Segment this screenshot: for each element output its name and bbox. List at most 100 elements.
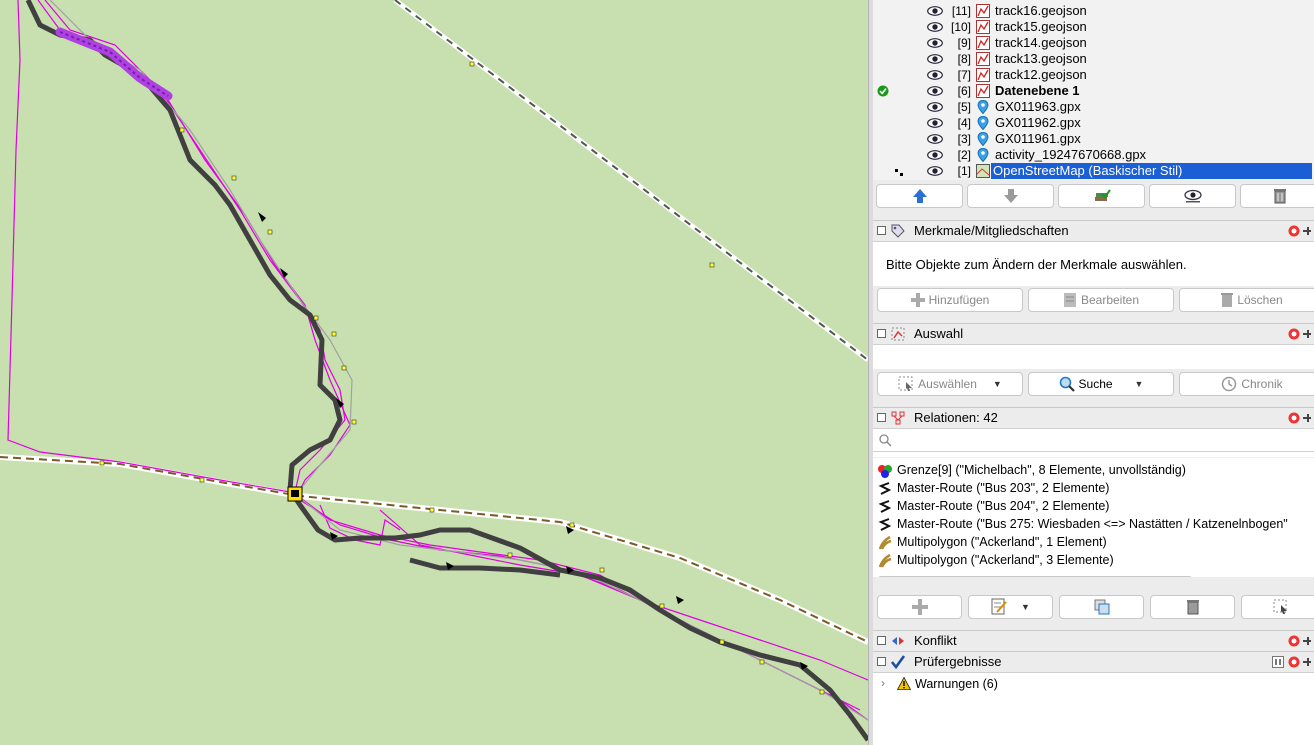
eye-icon[interactable] (927, 70, 943, 80)
eye-icon[interactable] (927, 6, 943, 16)
layer-name: Datenebene 1 (995, 83, 1080, 98)
eye-icon[interactable] (927, 134, 943, 144)
validator-tree: › Warnungen (6) (873, 672, 1314, 745)
layer-row[interactable]: [9] track14.geojson (873, 35, 1314, 51)
relations-search-box[interactable] (873, 428, 1314, 451)
list-clipped-row (873, 452, 1314, 458)
validator-panel-header[interactable]: Prüfergebnisse (873, 651, 1314, 672)
farmland-icon (878, 535, 892, 550)
pin-icon[interactable] (1302, 328, 1313, 340)
eye-icon[interactable] (927, 38, 943, 48)
history-label: Chronik (1241, 377, 1283, 391)
eye-icon[interactable] (927, 118, 943, 128)
move-layer-up-button[interactable] (876, 184, 963, 208)
layer-row[interactable]: [6] Datenebene 1 (873, 83, 1314, 99)
filter-icon[interactable] (1272, 656, 1284, 668)
layer-row[interactable]: [5] GX011963.gpx (873, 99, 1314, 115)
history-icon (1222, 376, 1237, 392)
toggle-visibility-button[interactable] (1149, 184, 1236, 208)
layer-name: track15.geojson (995, 19, 1087, 34)
list-item[interactable]: Multipolygon ("Ackerland", 3 Elemente) (873, 552, 1314, 570)
properties-panel-title: Merkmale/Mitgliedschaften (914, 223, 1069, 238)
help-icon[interactable] (1288, 328, 1300, 340)
search-button[interactable]: Suche ▼ (1028, 372, 1174, 396)
eye-icon[interactable] (927, 54, 943, 64)
layer-row[interactable]: [8] track13.geojson (873, 51, 1314, 67)
geojson-tracks (7, 0, 868, 721)
horizontal-scrollbar[interactable] (877, 576, 1193, 577)
select-members-icon (1273, 599, 1287, 614)
eye-icon[interactable] (927, 150, 943, 160)
eye-icon[interactable] (927, 22, 943, 32)
pin-icon[interactable] (1302, 656, 1313, 668)
conflict-panel-header[interactable]: Konflikt (873, 630, 1314, 651)
activate-layer-button[interactable] (1058, 184, 1145, 208)
edit-relation-dropdown-icon[interactable]: ▼ (1021, 602, 1030, 612)
help-icon[interactable] (1288, 225, 1300, 237)
boundary-icon (878, 465, 892, 478)
delete-relation-button[interactable] (1150, 595, 1235, 619)
drag-handle-icon[interactable] (895, 169, 905, 177)
help-icon[interactable] (1288, 656, 1300, 668)
delete-layer-button[interactable] (1240, 184, 1314, 208)
delete-property-button[interactable]: Löschen (1179, 288, 1314, 312)
list-item[interactable]: Master-Route ("Bus 204", 2 Elemente) (873, 498, 1314, 516)
select-dropdown-icon[interactable]: ▼ (993, 379, 1002, 389)
layer-row[interactable]: [11] track16.geojson (873, 3, 1314, 19)
help-icon[interactable] (1288, 412, 1300, 424)
help-icon[interactable] (1288, 635, 1300, 647)
list-item[interactable]: Master-Route ("Bus 275: Wiesbaden <=> Na… (873, 516, 1314, 534)
relations-search-input[interactable] (897, 431, 1301, 449)
layer-row[interactable]: [3] GX011961.gpx (873, 131, 1314, 147)
collapse-toggle-icon[interactable] (877, 329, 886, 338)
relation-label: Multipolygon ("Ackerland", 1 Element) (897, 535, 1107, 549)
move-layer-down-button[interactable] (967, 184, 1054, 208)
relations-list[interactable]: Grenze[9] ("Michelbach", 8 Elemente, unv… (873, 451, 1314, 577)
relations-panel-header[interactable]: Relationen: 42 (873, 407, 1314, 428)
search-icon (1059, 376, 1075, 392)
properties-panel-header[interactable]: Merkmale/Mitgliedschaften (873, 220, 1314, 241)
history-button[interactable]: Chronik (1179, 372, 1314, 396)
edit-relation-button[interactable]: ▼ (968, 595, 1053, 619)
eye-icon[interactable] (927, 86, 943, 96)
edit-icon (991, 598, 1007, 615)
collapse-toggle-icon[interactable] (877, 226, 886, 235)
new-relation-button[interactable] (877, 595, 962, 619)
map-view[interactable] (0, 0, 868, 745)
selection-panel-header[interactable]: Auswahl (873, 323, 1314, 344)
pin-icon[interactable] (1302, 412, 1313, 424)
layer-row[interactable]: [2] activity_19247670668.gpx (873, 147, 1314, 163)
collapse-toggle-icon[interactable] (877, 657, 886, 666)
layer-row[interactable]: [4] GX011962.gpx (873, 115, 1314, 131)
track-vertices (99, 61, 825, 695)
layer-row[interactable]: [10] track15.geojson (873, 19, 1314, 35)
list-item[interactable]: Multipolygon ("Ackerland", 1 Element) (873, 534, 1314, 552)
edit-property-button[interactable]: Bearbeiten (1028, 288, 1174, 312)
list-item[interactable]: Grenze[9] ("Michelbach", 8 Elemente, unv… (873, 462, 1314, 480)
pin-icon[interactable] (1302, 635, 1313, 647)
eye-icon[interactable] (927, 102, 943, 112)
expand-toggle-icon[interactable] (877, 636, 886, 645)
active-layer-check-icon (877, 85, 889, 97)
add-property-button[interactable]: Hinzufügen (877, 288, 1023, 312)
duplicate-relation-button[interactable] (1059, 595, 1144, 619)
tree-expand-icon[interactable]: › (881, 676, 885, 690)
collapse-toggle-icon[interactable] (877, 413, 886, 422)
bus-stop-icon[interactable] (287, 486, 303, 502)
arrow-up-icon (912, 189, 927, 203)
data-layer-icon (976, 68, 990, 82)
eye-icon[interactable] (927, 166, 943, 176)
map-canvas[interactable] (0, 0, 868, 745)
selection-list[interactable] (873, 344, 1314, 369)
search-dropdown-icon[interactable]: ▼ (1135, 379, 1144, 389)
layer-row[interactable]: [1] OpenStreetMap (Baskischer Stil) (873, 163, 1314, 179)
select-relation-members-button[interactable] (1241, 595, 1314, 619)
select-button[interactable]: Auswählen ▼ (877, 372, 1023, 396)
search-icon (879, 434, 892, 447)
pin-icon[interactable] (1302, 225, 1313, 237)
list-item[interactable]: Master-Route ("Bus 203", 2 Elemente) (873, 480, 1314, 498)
selection-panel-title: Auswahl (914, 326, 964, 341)
layer-index: [1] (957, 164, 971, 178)
warnings-item[interactable]: Warnungen (6) (915, 677, 998, 691)
layer-row[interactable]: [7] track12.geojson (873, 67, 1314, 83)
